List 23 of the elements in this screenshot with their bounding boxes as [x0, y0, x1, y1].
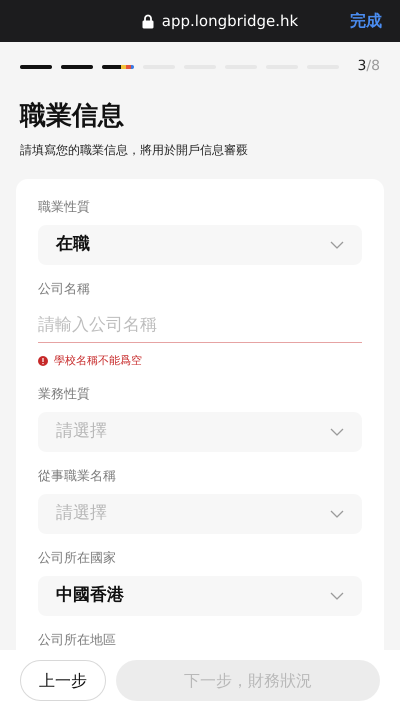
field-label: 從事職業名稱 — [38, 468, 117, 486]
field-label: 公司所在國家 — [38, 550, 117, 568]
chevron-down-icon — [330, 510, 344, 518]
url-text: app.longbridge.hk — [162, 10, 298, 32]
chevron-down-icon — [330, 592, 344, 600]
page-title: 職業信息 — [18, 100, 125, 133]
page-subtitle: 請填寫您的職業信息，將用於開戶信息審覈 — [19, 142, 249, 159]
field-label: 公司名稱 — [38, 281, 91, 299]
error-message: 學校名稱不能爲空 — [54, 353, 142, 369]
back-button[interactable]: 上一步 — [20, 660, 106, 701]
field-label: 業務性質 — [38, 386, 91, 404]
step-total: /8 — [366, 57, 380, 76]
error-icon — [38, 356, 48, 366]
input-field[interactable]: 請輸入公司名稱 — [38, 307, 362, 343]
select-field[interactable]: 在職 — [38, 225, 362, 265]
select-field[interactable]: 中國香港 — [38, 576, 362, 616]
field-label: 公司所在地區 — [38, 632, 117, 650]
field-label: 職業性質 — [38, 199, 91, 217]
chevron-down-icon — [330, 428, 344, 436]
chevron-down-icon — [330, 241, 344, 249]
step-current: 3 — [357, 57, 366, 76]
done-button[interactable]: 完成 — [350, 9, 382, 33]
lock-icon — [142, 14, 154, 28]
